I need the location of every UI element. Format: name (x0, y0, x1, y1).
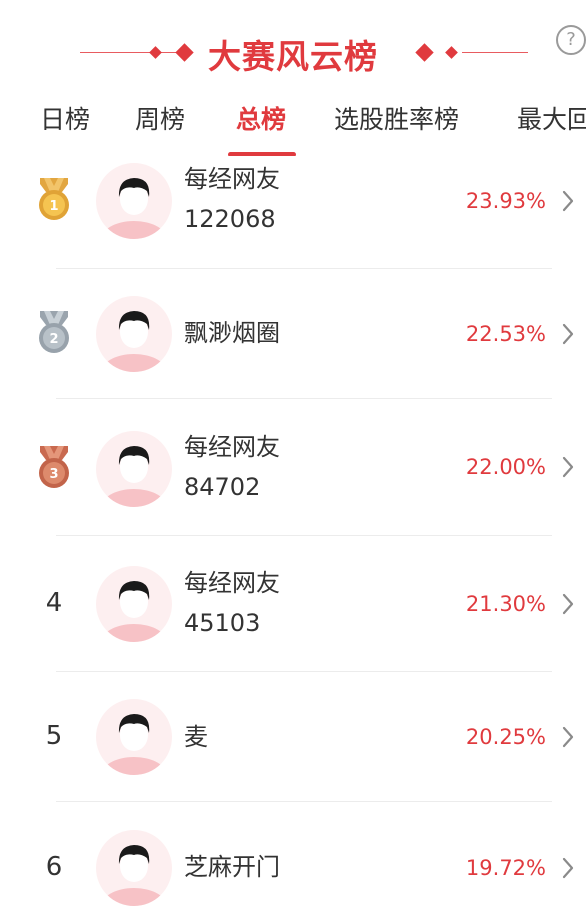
avatar (96, 830, 172, 906)
tab-bar: 日榜 周榜 总榜 选股胜率榜 最大回 (0, 92, 586, 156)
win-rate: 21.30% (465, 592, 546, 616)
medal-gold-icon: 1 (39, 178, 69, 220)
win-rate: 20.25% (465, 725, 546, 749)
win-rate: 19.72% (465, 856, 546, 880)
chevron-right-icon[interactable] (558, 322, 578, 346)
user-name: 每经网友 84702 (184, 433, 280, 501)
chevron-right-icon[interactable] (558, 189, 578, 213)
avatar (96, 163, 172, 239)
leaderboard-row[interactable]: 4 每经网友 45103 21.30% (0, 536, 586, 672)
svg-text:1: 1 (49, 199, 58, 214)
page-title: 大赛风云榜 (208, 37, 378, 76)
leaderboard-row[interactable]: 1 每经网友 122068 23.93% (0, 156, 586, 269)
avatar (96, 566, 172, 642)
tab-daily[interactable]: 日榜 (40, 100, 90, 136)
chevron-right-icon[interactable] (558, 592, 578, 616)
user-name: 麦 (184, 723, 208, 751)
medal-bronze-icon: 3 (39, 446, 69, 488)
win-rate: 23.93% (465, 189, 546, 213)
leaderboard-row[interactable]: 5 麦 20.25% (0, 672, 586, 802)
rank-number: 6 (45, 852, 63, 882)
avatar (96, 296, 172, 372)
tab-weekly[interactable]: 周榜 (135, 100, 185, 136)
title-decoration-right (462, 52, 528, 53)
tab-overall[interactable]: 总榜 (236, 100, 286, 136)
leaderboard-row[interactable]: 2 飘渺烟圈 22.53% (0, 269, 586, 399)
medal-silver-icon: 2 (39, 311, 69, 353)
user-name: 芝麻开门 (184, 853, 280, 881)
rank-number: 5 (45, 721, 63, 751)
user-name: 每经网友 122068 (184, 165, 280, 233)
rank-number: 4 (45, 588, 63, 618)
user-name: 每经网友 45103 (184, 569, 280, 637)
win-rate: 22.53% (465, 322, 546, 346)
leaderboard-row[interactable]: 3 每经网友 84702 22.00% (0, 399, 586, 536)
tab-win-rate[interactable]: 选股胜率榜 (334, 100, 459, 136)
chevron-right-icon[interactable] (558, 856, 578, 880)
svg-text:3: 3 (49, 467, 58, 482)
leaderboard-header: 大赛风云榜 ? (0, 0, 586, 92)
tab-max-drawdown[interactable]: 最大回 (517, 100, 586, 136)
leaderboard-list: 1 每经网友 122068 23.93% 2 飘渺烟圈 22.53% 3 每经网… (0, 156, 586, 918)
chevron-right-icon[interactable] (558, 725, 578, 749)
svg-text:2: 2 (49, 332, 58, 347)
chevron-right-icon[interactable] (558, 455, 578, 479)
leaderboard-row[interactable]: 6 芝麻开门 19.72% (0, 802, 586, 918)
user-name: 飘渺烟圈 (184, 319, 280, 347)
win-rate: 22.00% (465, 455, 546, 479)
avatar (96, 699, 172, 775)
avatar (96, 431, 172, 507)
help-icon[interactable]: ? (556, 25, 586, 55)
